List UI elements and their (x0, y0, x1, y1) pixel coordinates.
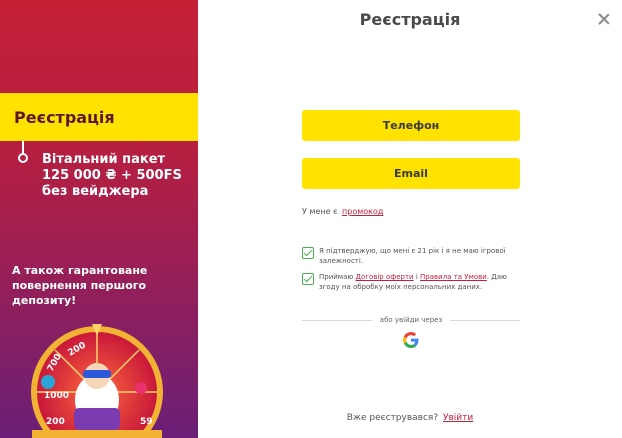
promo-title: Реєстрація (0, 93, 198, 141)
fortune-wheel-illustration: 200 700 1000 200 59 (31, 324, 163, 438)
terms-consent-checkbox[interactable] (302, 273, 314, 285)
promo-panel: Реєстрація Вітальний пакет 125 000 ₴ + 5… (0, 0, 198, 438)
promo-code-link[interactable]: промокод (342, 207, 383, 216)
terms-consent-text: Приймаю Договір оферти і Правила та Умов… (319, 272, 524, 292)
close-icon[interactable] (596, 11, 612, 27)
wheel-number-3: 1000 (44, 391, 69, 401)
register-phone-button[interactable]: Телефон (302, 110, 520, 141)
promo-code-row: У мене є промокод (302, 207, 383, 216)
terms-consent-row: Приймаю Договір оферти і Правила та Умов… (302, 272, 524, 292)
bonus-line-3: без вейджера (42, 184, 149, 199)
login-prefix: Вже реєструвався? (346, 413, 439, 423)
rules-terms-link[interactable]: Правила та Умови (420, 273, 487, 281)
wheel-number-5: 59 (140, 417, 153, 427)
login-link[interactable]: Увійти (443, 413, 473, 423)
google-icon[interactable] (403, 332, 419, 348)
register-email-button[interactable]: Email (302, 158, 520, 189)
terms-separator: і (415, 273, 418, 281)
bonus-line-1: Вітальний пакет (42, 152, 166, 167)
timeline-dot (18, 153, 28, 163)
bonus-line-2: 125 000 ₴ + 500FS (42, 168, 182, 183)
divider-right (450, 320, 520, 321)
divider-left (302, 320, 372, 321)
social-login-divider: або увійди через (379, 316, 443, 324)
modal-title: Реєстрація (359, 10, 461, 29)
login-row: Вже реєструвався? Увійти (198, 413, 622, 423)
promo-code-prefix: У мене є (302, 207, 338, 216)
welcome-bonus: Вітальний пакет 125 000 ₴ + 500FS без ве… (42, 152, 192, 200)
terms-prefix: Приймаю (319, 273, 354, 281)
offer-agreement-link[interactable]: Договір оферти (356, 273, 414, 281)
age-consent-row: Я підтверджую, що мені є 21 рік і я не м… (302, 246, 524, 266)
deposit-guarantee-text: А також гарантоване повернення першого д… (12, 264, 148, 307)
age-consent-text: Я підтверджую, що мені є 21 рік і я не м… (319, 247, 506, 265)
wheel-number-4: 200 (46, 417, 65, 427)
age-consent-checkbox[interactable] (302, 247, 314, 259)
